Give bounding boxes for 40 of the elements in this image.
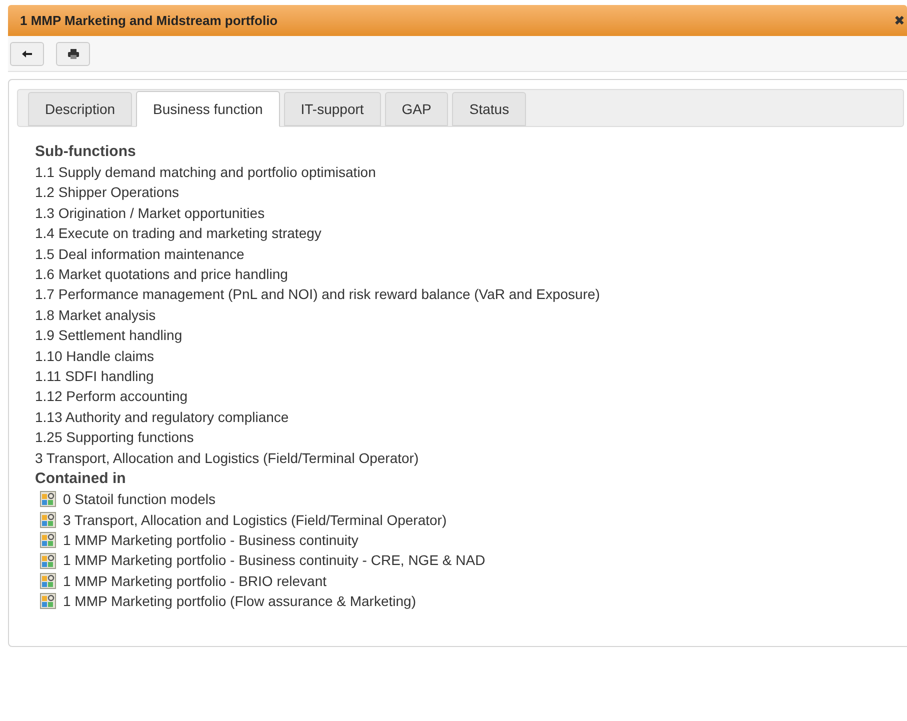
window-title: 1 MMP Marketing and Midstream portfolio <box>20 12 278 30</box>
section-heading: Contained in <box>35 469 127 490</box>
tab[interactable]: GAP <box>384 92 448 126</box>
model-link[interactable]: 1 MMP Marketing portfolio - Business continuity <box>63 530 358 550</box>
model-icon <box>40 593 56 610</box>
sub-function-item: 1.6 Market quotations and price handling <box>35 265 289 284</box>
tab[interactable]: Business function <box>136 91 280 127</box>
model-icon <box>40 512 56 528</box>
sub-function-item: 3 Transport, Allocation and Logistics (Field/Terminal Operator) <box>35 448 420 468</box>
sub-function-item: 1.3 Origination / Market opportunities <box>35 204 266 223</box>
tab[interactable]: Status <box>452 92 526 126</box>
model-icon <box>40 552 56 569</box>
model-link[interactable]: 1 MMP Marketing portfolio (Flow assurance & Marketing) <box>63 591 416 612</box>
section-heading: Sub-functions <box>35 142 137 162</box>
tab[interactable]: Description <box>28 92 132 126</box>
model-link[interactable]: 3 Transport, Allocation and Logistics (Field/Terminal Operator) <box>63 510 447 530</box>
model-link[interactable]: 1 MMP Marketing portfolio - BRIO relevant <box>63 570 327 592</box>
back-button[interactable] <box>10 42 44 66</box>
model-icon <box>40 491 56 508</box>
model-icon <box>40 532 56 548</box>
model-icon <box>40 572 56 589</box>
print-button[interactable] <box>56 42 90 66</box>
sub-function-item: 1.12 Perform accounting <box>35 387 189 406</box>
sub-function-item: 1.9 Settlement handling <box>35 326 184 346</box>
sub-function-item: 1.2 Shipper Operations <box>35 183 180 202</box>
sub-function-item: 1.8 Market analysis <box>35 306 157 325</box>
sub-function-item: 1.7 Performance management (PnL and NOI) and risk reward balance (VaR and Exposure) <box>35 285 601 304</box>
sub-function-item: 1.25 Supporting functions <box>35 428 195 448</box>
close-button[interactable]: ✖ <box>894 10 905 30</box>
model-link[interactable]: 1 MMP Marketing portfolio - Business continuity - CRE, NGE & NAD <box>63 550 486 571</box>
tab[interactable]: IT-support <box>284 92 381 126</box>
sub-function-item: 1.4 Execute on trading and marketing strategy <box>35 224 322 244</box>
sub-function-item: 1.5 Deal information maintenance <box>35 244 246 264</box>
back-arrow-icon <box>22 50 32 58</box>
printer-icon <box>68 48 78 58</box>
sub-function-item: 1.10 Handle claims <box>35 346 156 366</box>
sub-function-item: 1.13 Authority and regulatory compliance <box>35 408 290 427</box>
sub-function-item: 1.11 SDFI handling <box>35 367 155 386</box>
model-link[interactable]: 0 Statoil function models <box>63 489 216 510</box>
sub-function-item: 1.1 Supply demand matching and portfolio optimisation <box>35 163 377 182</box>
